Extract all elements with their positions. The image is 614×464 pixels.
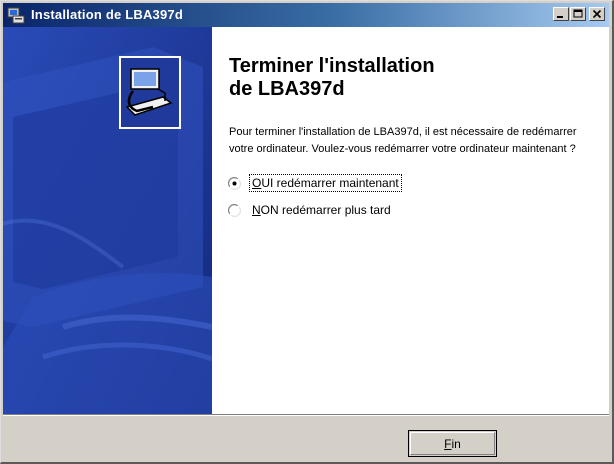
finish-button-label: Fin (444, 436, 461, 451)
option-restart-now-label[interactable]: OUI redémarrer maintenant (249, 174, 402, 192)
wizard-graphic (3, 27, 212, 414)
installer-app-icon (7, 7, 25, 24)
content-area: Terminer l'installation de LBA397d Pour … (212, 27, 609, 414)
close-button[interactable] (589, 7, 605, 21)
restart-message: Pour terminer l'installation de LBA397d,… (229, 126, 577, 155)
title-bar[interactable]: Installation de LBA397d (3, 3, 609, 27)
minimize-icon (557, 16, 563, 18)
radio-unselected-icon[interactable] (228, 203, 241, 217)
option-restart-later[interactable]: NON redémarrer plus tard (228, 201, 393, 219)
close-icon (592, 9, 602, 19)
wizard-side-panel (3, 27, 212, 414)
installer-window: Installation de LBA397d Terminer l'insta… (0, 0, 614, 464)
maximize-icon (573, 9, 583, 18)
option-restart-later-label[interactable]: NON redémarrer plus tard (250, 202, 393, 218)
window-title: Installation de LBA397d (31, 7, 183, 22)
option-restart-now[interactable]: OUI redémarrer maintenant (228, 174, 402, 192)
page-title: Terminer l'installation de LBA397d (229, 55, 435, 100)
radio-selected-icon[interactable] (228, 176, 241, 190)
maximize-button[interactable] (570, 7, 586, 21)
finish-button[interactable]: Fin (408, 430, 497, 457)
footer-separator (3, 414, 609, 416)
minimize-button[interactable] (553, 7, 569, 21)
